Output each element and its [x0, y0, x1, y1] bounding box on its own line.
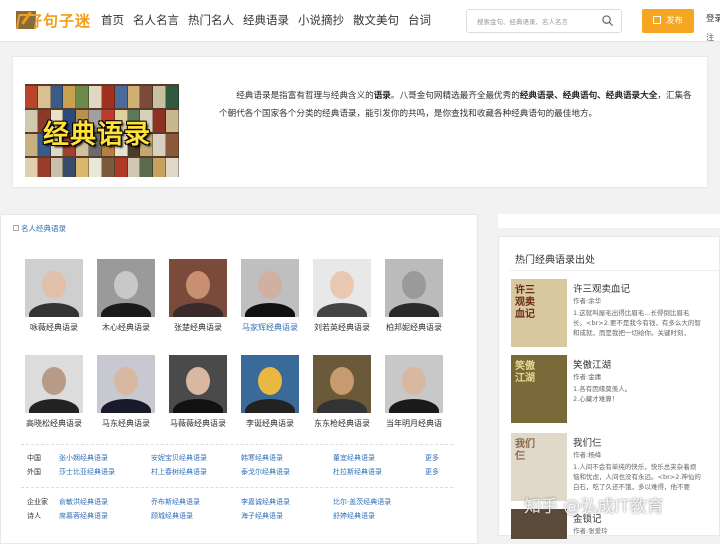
category-label: 企业家: [27, 498, 48, 506]
quote-link[interactable]: 李嘉诚经典语录: [241, 497, 290, 507]
avatar: [169, 259, 227, 317]
avatar: [169, 355, 227, 413]
book-cover[interactable]: 我们仨: [511, 433, 567, 501]
nav-home[interactable]: 首页: [101, 12, 124, 28]
quote-link[interactable]: 村上春树经典语录: [151, 467, 207, 477]
avatar: [25, 355, 83, 413]
publish-label: 发布: [665, 16, 683, 26]
search-input[interactable]: 搜索金句、经典语录、名人名言: [466, 9, 622, 33]
quote-link[interactable]: 泰戈尔经典语录: [241, 467, 290, 477]
nav-novel-excerpts[interactable]: 小说摘抄: [298, 12, 344, 28]
book-quote: 1.这就叫屋毛出得比眉毛...长得倒比眉毛: [573, 309, 690, 317]
book-quote: 白石，吃了久还不饿，多以难得，他不要: [573, 483, 690, 491]
person-card[interactable]: 东东枪经典语录: [309, 355, 375, 429]
avatar: [241, 259, 299, 317]
banner-image: 经典语录: [25, 84, 179, 177]
quote-link[interactable]: 席慕蓉经典语录: [59, 511, 108, 521]
site-logo[interactable]: 好句子迷: [4, 9, 91, 31]
book-quote: 恼和忧虑，人间也没有永远。<br>2.神仙的: [573, 473, 701, 481]
sidebar-title: 热门经典语录出处: [515, 255, 595, 266]
quote-link[interactable]: 董宜经典语录: [333, 453, 375, 463]
intro-panel: 经典语录 经典语录是指富有哲理与经典含义的语录。八哥金句网精选最齐全最优秀的经典…: [12, 56, 708, 188]
sidebar-top-strip: [498, 214, 720, 228]
quote-link[interactable]: 安妮宝贝经典语录: [151, 453, 207, 463]
person-card[interactable]: 马家辉经典语录: [237, 259, 303, 333]
avatar: [385, 355, 443, 413]
quote-link[interactable]: 顾城经典语录: [151, 511, 193, 521]
avatar: [241, 355, 299, 413]
book-quote: 2.心藏才难算！: [573, 395, 619, 403]
quote-link[interactable]: 舒婷经典语录: [333, 511, 375, 521]
quote-link[interactable]: 杜拉斯经典语录: [333, 467, 382, 477]
person-card[interactable]: 马薇薇经典语录: [165, 355, 231, 429]
person-card[interactable]: 当年明月经典语: [381, 355, 447, 429]
avatar: [313, 355, 371, 413]
watermark: 知乎 @弘成IT教育: [524, 497, 664, 517]
quote-link[interactable]: 海子经典语录: [241, 511, 283, 521]
book-author: 作者:杨绛: [573, 451, 602, 459]
nav-classic-quotes[interactable]: 经典语录: [243, 12, 289, 28]
quote-link[interactable]: 韩寒经典语录: [241, 453, 283, 463]
avatar: [385, 259, 443, 317]
person-card[interactable]: 咏薇经典语录: [21, 259, 87, 333]
divider: [509, 270, 720, 271]
book-cover[interactable]: 许三 观卖 血记: [511, 279, 567, 347]
book-quote: 1.各有因缘莫羡人。: [573, 385, 632, 393]
divider: [21, 444, 453, 445]
avatar: [313, 259, 371, 317]
top-header: 好句子迷 首页 名人名言 热门名人 经典语录 小说摘抄 散文美句 台词 搜索金句…: [0, 0, 720, 42]
book-cover[interactable]: 笑傲 江湖: [511, 355, 567, 423]
intro-text: 经典语录是指富有哲理与经典含义的语录。八哥金句网精选最齐全最优秀的经典语录、经典…: [219, 91, 692, 119]
book-pen-icon: [16, 11, 36, 29]
person-card[interactable]: 李诞经典语录: [237, 355, 303, 429]
publish-button[interactable]: 发布: [642, 9, 694, 33]
category-label: 中国: [27, 454, 41, 462]
hot-sources-panel: 热门经典语录出处 许三 观卖 血记 许三观卖血记 作者:余华 1.这就叫屋毛出得比眉…: [498, 236, 720, 539]
category-label: 诗人: [27, 512, 41, 520]
person-card[interactable]: 木心经典语录: [93, 259, 159, 333]
person-card[interactable]: 高晓松经典语录: [21, 355, 87, 429]
nav-hot-people[interactable]: 热门名人: [188, 12, 234, 28]
category-label: 外国: [27, 468, 41, 476]
book-quote: 长。<br>2.要不是我今有钱，有多么大的智: [573, 319, 701, 327]
book-title[interactable]: 笑傲江湖: [573, 357, 611, 371]
avatar: [97, 259, 155, 317]
banner-title: 经典语录: [43, 120, 152, 150]
nav-prose[interactable]: 散文美句: [353, 12, 399, 28]
quote-link[interactable]: 张小娴经典语录: [59, 453, 108, 463]
quote-link[interactable]: 俞敏洪经典语录: [59, 497, 108, 507]
book-author: 作者:金庸: [573, 373, 602, 381]
more-link[interactable]: 更多: [425, 453, 439, 463]
book-title[interactable]: 许三观卖血记: [573, 281, 630, 295]
doc-icon: [13, 225, 19, 231]
register-link[interactable]: 注: [706, 32, 714, 43]
section-title[interactable]: 名人经典语录: [13, 223, 66, 234]
quote-link[interactable]: 比尔·盖茨经典语录: [333, 497, 391, 507]
book-quote: 和成就，而是我把一切给你。关键时刻，: [573, 329, 690, 337]
avatar: [25, 259, 83, 317]
person-card[interactable]: 马东经典语录: [93, 355, 159, 429]
quote-link[interactable]: 乔布斯经典语录: [151, 497, 200, 507]
book-title[interactable]: 我们仨: [573, 435, 602, 449]
person-card[interactable]: 刘若英经典语录: [309, 259, 375, 333]
search-icon[interactable]: [602, 15, 613, 26]
divider: [21, 487, 453, 488]
quote-link[interactable]: 莎士比亚经典语录: [59, 467, 115, 477]
avatar: [97, 355, 155, 413]
more-link[interactable]: 更多: [425, 467, 439, 477]
person-card[interactable]: 柏邦妮经典语录: [381, 259, 447, 333]
main-nav: 首页 名人名言 热门名人 经典语录 小说摘抄 散文美句 台词: [101, 12, 440, 28]
search-placeholder: 搜索金句、经典语录、名人名言: [477, 18, 568, 26]
nav-lines[interactable]: 台词: [408, 12, 431, 28]
edit-icon: [652, 16, 661, 24]
person-card[interactable]: 张楚经典语录: [165, 259, 231, 333]
famous-quotes-panel: 名人经典语录 咏薇经典语录 木心经典语录 张楚经典语录 马家辉经典语录 刘若英经…: [0, 214, 478, 544]
nav-famous-quotes[interactable]: 名人名言: [133, 12, 179, 28]
book-quote: 1.人间不会有单纯的快乐，快乐总夹杂着烦: [573, 463, 697, 471]
book-author: 作者:余华: [573, 297, 602, 305]
logo-text: 好句子迷: [27, 11, 92, 30]
login-link[interactable]: 登录: [706, 12, 720, 24]
